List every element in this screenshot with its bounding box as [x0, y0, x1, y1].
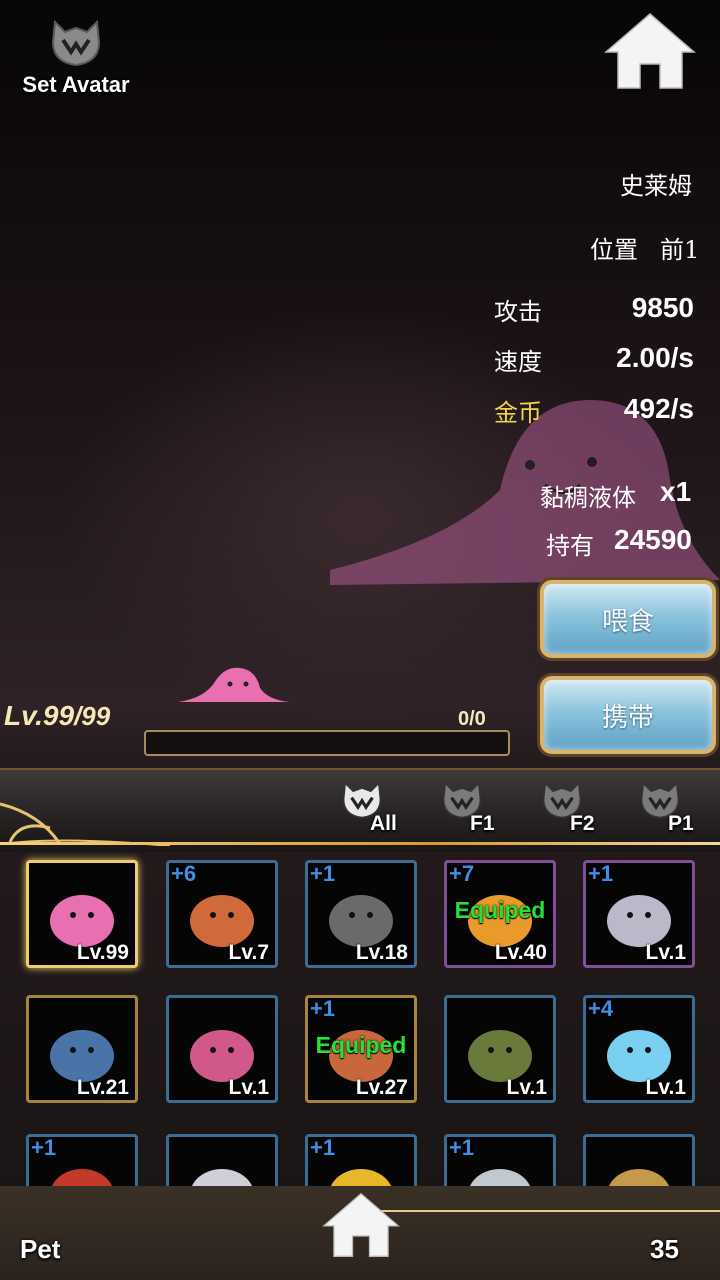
home-icon [322, 1192, 400, 1257]
goggles-icon [608, 1169, 670, 1186]
attack-label: 攻击 [494, 298, 542, 326]
enhance-badge: +6 [171, 861, 197, 886]
pet-level: Lv.1 [228, 1076, 269, 1099]
position-value: 前1 [660, 236, 700, 264]
attack-value: 9850 [631, 292, 694, 323]
level-indicator: Lv.99/99 [4, 700, 110, 732]
pet-level: Lv.1 [645, 941, 686, 964]
xp-bar [144, 730, 510, 756]
tab-label: All [370, 812, 397, 835]
pet-card[interactable]: Lv.1 [166, 995, 278, 1103]
pet-card[interactable]: +6 Lv.7 [166, 860, 278, 968]
pet-grid: Lv.99 +6 Lv.7 +1 Lv.18 +7 Equiped Lv.40 +1 Lv.1 Lv… [0, 852, 720, 1186]
slime-sprite [178, 667, 290, 702]
pet-card[interactable] [166, 1134, 278, 1186]
pet-card[interactable]: +1 Equiped Lv.27 [305, 995, 417, 1103]
speed-label: 速度 [494, 348, 542, 376]
pet-card[interactable] [583, 1134, 695, 1186]
level-max: /99 [74, 701, 111, 731]
pet-card[interactable]: +7 Equiped Lv.40 [444, 860, 556, 968]
pet-level: Lv.99 [76, 941, 129, 964]
pet-card[interactable]: +1 Lv.1 [583, 860, 695, 968]
enhance-badge: +1 [588, 861, 614, 886]
pet-card[interactable]: Lv.21 [26, 995, 138, 1103]
bottom-divider [350, 1210, 720, 1212]
feed-item-qty: x1 [660, 476, 692, 507]
set-avatar-label: Set Avatar [22, 72, 130, 97]
enhance-badge: +4 [588, 996, 614, 1021]
pet-level: Lv.1 [645, 1076, 686, 1099]
white-beast-icon [191, 1169, 253, 1186]
tab-f2[interactable]: F2 [540, 780, 620, 842]
feed-button[interactable]: 喂食 [540, 580, 716, 658]
tab-all[interactable]: All [340, 780, 420, 842]
tab-divider [0, 842, 720, 845]
pet-card[interactable]: +1 [444, 1134, 556, 1186]
enhance-badge: +1 [310, 1135, 336, 1160]
tab-label: P1 [668, 812, 694, 835]
equipped-label: Equiped [454, 897, 546, 923]
enhance-badge: +1 [31, 1135, 57, 1160]
tab-p1[interactable]: P1 [638, 780, 718, 842]
tab-f1[interactable]: F1 [440, 780, 520, 842]
pet-level: Lv.1 [506, 1076, 547, 1099]
gold-label: 金币 [494, 399, 542, 427]
enhance-badge: +7 [449, 861, 475, 886]
position-label: 位置 [590, 236, 638, 264]
set-avatar-button[interactable]: Set Avatar [14, 18, 138, 98]
pet-level: Lv.18 [355, 941, 408, 964]
ornament-swirl-icon [0, 802, 170, 846]
xp-text: 0/0 [458, 708, 486, 730]
gold-value: 492/s [623, 393, 694, 424]
pet-level: Lv.21 [76, 1076, 129, 1099]
pet-level: Lv.27 [355, 1076, 408, 1099]
level-current: Lv.99 [4, 700, 75, 731]
equipped-label: Equiped [315, 1032, 407, 1058]
owned-label: 持有 [546, 532, 594, 560]
pet-card[interactable]: +1 [26, 1134, 138, 1186]
pet-card[interactable]: +1 Lv.18 [305, 860, 417, 968]
carry-button[interactable]: 携带 [540, 676, 716, 754]
enhance-badge: +1 [310, 996, 336, 1021]
section-label: Pet [20, 1234, 61, 1264]
wolf-emblem-icon [49, 18, 103, 68]
tab-label: F1 [470, 812, 495, 835]
speed-value: 2.00/s [616, 342, 694, 373]
pet-card[interactable]: Lv.1 [444, 995, 556, 1103]
enhance-badge: +1 [310, 861, 336, 886]
pet-name: 史莱姆 [620, 172, 692, 200]
pet-card[interactable]: +4 Lv.1 [583, 995, 695, 1103]
home-button[interactable] [603, 12, 697, 90]
pet-level: Lv.40 [494, 941, 547, 964]
owned-value: 24590 [614, 524, 692, 555]
pet-card[interactable]: +1 [305, 1134, 417, 1186]
pet-level: Lv.7 [228, 941, 269, 964]
enhance-badge: +1 [449, 1135, 475, 1160]
home-icon [603, 13, 697, 89]
pet-count: 35 [650, 1234, 679, 1264]
home-button-bottom[interactable] [322, 1192, 400, 1258]
feed-item-name: 黏稠液体 [540, 484, 636, 512]
pet-card[interactable]: Lv.99 [26, 860, 138, 968]
tab-label: F2 [570, 812, 595, 835]
